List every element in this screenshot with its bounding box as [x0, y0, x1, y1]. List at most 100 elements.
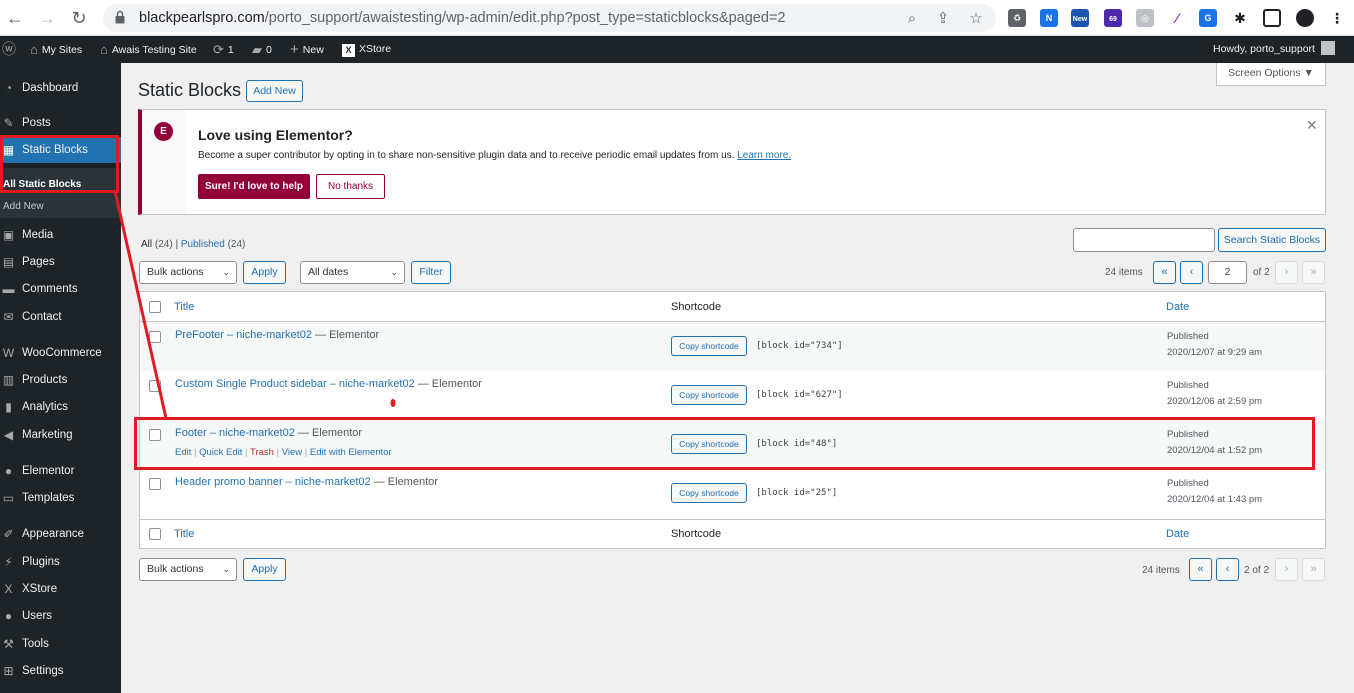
row-title-link[interactable]: Header promo banner – niche-market02	[175, 476, 371, 488]
row-checkbox[interactable]	[149, 478, 161, 490]
row-status: Published	[1167, 429, 1209, 440]
extension-globe-icon[interactable]: ◎	[1136, 9, 1154, 27]
row-title-link[interactable]: PreFooter – niche-market02	[175, 329, 312, 341]
search-static-blocks-button[interactable]: Search Static Blocks	[1218, 228, 1326, 252]
extension-translate-icon[interactable]: G	[1199, 9, 1217, 27]
my-sites-link[interactable]: ⌂ My Sites	[30, 36, 82, 63]
copy-shortcode-button[interactable]: Copy shortcode	[671, 434, 747, 454]
items-count-top: 24 items	[1105, 267, 1143, 278]
row-checkbox[interactable]	[149, 331, 161, 343]
prev-page-button[interactable]: ‹	[1180, 261, 1203, 284]
share-icon[interactable]: ⇪	[934, 10, 952, 28]
bulk-actions-select-top[interactable]: Bulk actions ⌄	[139, 261, 237, 284]
zoom-icon[interactable]: ⌕	[903, 10, 921, 28]
sidepanel-icon[interactable]	[1263, 9, 1281, 27]
sidebar-item-dashboard[interactable]: ◔ Dashboard	[0, 75, 121, 101]
sidebar-item-label: Dashboard	[22, 82, 79, 94]
new-content-link[interactable]: + New	[290, 36, 324, 63]
dates-select[interactable]: All dates ⌄	[300, 261, 405, 284]
current-page-input[interactable]: 2	[1208, 261, 1247, 284]
screen-options-button[interactable]: Screen Options ▼	[1216, 63, 1326, 86]
column-title-bottom[interactable]: Title	[174, 528, 194, 540]
reload-icon[interactable]: ↻	[67, 6, 91, 30]
sidebar-item-xstore[interactable]: X XStore	[0, 576, 121, 602]
bulk-actions-select-bottom[interactable]: Bulk actions ⌄	[139, 558, 237, 581]
edit-link[interactable]: Edit	[175, 447, 191, 458]
sidebar-item-templates[interactable]: ▭ Templates	[0, 485, 121, 511]
row-checkbox[interactable]	[149, 380, 161, 392]
sidebar-item-media[interactable]: ▣ Media	[0, 222, 121, 248]
copy-shortcode-button[interactable]: Copy shortcode	[671, 336, 747, 356]
view-link[interactable]: View	[282, 447, 302, 458]
sidebar-item-woocommerce[interactable]: W WooCommerce	[0, 340, 121, 366]
apply-button-bottom[interactable]: Apply	[243, 558, 286, 581]
extension-recycle-icon[interactable]: ♻	[1008, 9, 1026, 27]
xstore-link[interactable]: X XStore	[342, 36, 391, 63]
column-date-bottom[interactable]: Date	[1166, 528, 1189, 540]
forward-icon[interactable]: →	[35, 6, 59, 30]
wp-logo-icon[interactable]: ⓦ	[2, 36, 20, 63]
sidebar-item-users[interactable]: ● Users	[0, 603, 121, 629]
extensions-puzzle-icon[interactable]: ✱	[1231, 9, 1249, 27]
sidebar-item-comments[interactable]: ▬ Comments	[0, 276, 121, 302]
static-blocks-submenu: All Static Blocks Add New	[0, 168, 121, 218]
updates-link[interactable]: ⟳ 1	[213, 36, 234, 63]
first-page-button[interactable]: «	[1153, 261, 1176, 284]
shortcode-value: [block id="25"]	[756, 488, 838, 498]
no-thanks-button[interactable]: No thanks	[316, 174, 385, 199]
search-input[interactable]	[1073, 228, 1215, 252]
row-title-link[interactable]: Custom Single Product sidebar – niche-ma…	[175, 378, 415, 390]
edit-with-elementor-link[interactable]: Edit with Elementor	[310, 447, 392, 458]
close-icon[interactable]: ✕	[1306, 117, 1318, 134]
back-icon[interactable]: ←	[3, 6, 27, 30]
row-checkbox[interactable]	[149, 429, 161, 441]
howdy-account[interactable]: Howdy, porto_support	[1213, 36, 1335, 63]
apply-button-top[interactable]: Apply	[243, 261, 286, 284]
sidebar-item-contact[interactable]: ✉ Contact	[0, 304, 121, 330]
sidebar-item-elementor[interactable]: ● Elementor	[0, 458, 121, 484]
site-name-link[interactable]: ⌂ Awais Testing Site	[100, 36, 197, 63]
column-title[interactable]: Title	[174, 301, 194, 313]
learn-more-link[interactable]: Learn more.	[737, 150, 791, 161]
extension-pen-icon[interactable]: ⁄	[1168, 9, 1186, 27]
opt-in-button[interactable]: Sure! I'd love to help	[198, 174, 310, 199]
copy-shortcode-button[interactable]: Copy shortcode	[671, 385, 747, 405]
submenu-add-new[interactable]: Add New	[3, 201, 44, 212]
address-bar[interactable]: blackpearlspro.com/porto_support/awaiste…	[103, 4, 996, 32]
sidebar-item-label: Pages	[22, 256, 55, 268]
copy-shortcode-button[interactable]: Copy shortcode	[671, 483, 747, 503]
select-all-checkbox-bottom[interactable]	[149, 528, 161, 540]
sidebar-item-marketing[interactable]: ◀ Marketing	[0, 422, 121, 448]
profile-avatar[interactable]	[1296, 9, 1314, 27]
first-page-button-bottom[interactable]: «	[1189, 558, 1212, 581]
sidebar-item-products[interactable]: ▥ Products	[0, 367, 121, 393]
view-all[interactable]: All	[141, 239, 152, 250]
select-all-checkbox[interactable]	[149, 301, 161, 313]
page-title: Static Blocks	[138, 80, 242, 100]
extension-notion-icon[interactable]: N	[1040, 9, 1058, 27]
sidebar-item-settings[interactable]: ⊞ Settings	[0, 658, 121, 684]
bookmark-star-icon[interactable]: ☆	[967, 10, 985, 28]
submenu-all-static-blocks[interactable]: All Static Blocks	[3, 179, 81, 190]
sidebar-item-static-blocks[interactable]: ▦ Static Blocks	[0, 137, 121, 163]
shortcode-value: [block id="627"]	[756, 390, 843, 400]
column-date[interactable]: Date	[1166, 301, 1189, 313]
add-new-button[interactable]: Add New	[246, 80, 303, 102]
sidebar-item-tools[interactable]: ⚒ Tools	[0, 631, 121, 657]
sidebar-item-plugins[interactable]: ⚡ Plugins	[0, 549, 121, 575]
browser-menu-icon[interactable]: ⋮	[1328, 9, 1346, 27]
sidebar-item-pages[interactable]: ▤ Pages	[0, 249, 121, 275]
sidebar-item-appearance[interactable]: ✐ Appearance	[0, 521, 121, 547]
quick-edit-link[interactable]: Quick Edit	[199, 447, 242, 458]
sidebar-item-label: Products	[22, 374, 68, 386]
sidebar-item-posts[interactable]: ✎ Posts	[0, 110, 121, 136]
sidebar-item-analytics[interactable]: ▮ Analytics	[0, 394, 121, 420]
extension-new-icon[interactable]: New	[1071, 9, 1089, 27]
row-title-link[interactable]: Footer – niche-market02	[175, 427, 295, 439]
filter-button[interactable]: Filter	[411, 261, 451, 284]
view-published[interactable]: Published	[181, 239, 225, 250]
comments-link[interactable]: ▰ 0	[252, 36, 272, 63]
extension-cap-icon[interactable]: 69	[1104, 9, 1122, 27]
prev-page-button-bottom[interactable]: ‹	[1216, 558, 1239, 581]
trash-link[interactable]: Trash	[250, 447, 274, 458]
